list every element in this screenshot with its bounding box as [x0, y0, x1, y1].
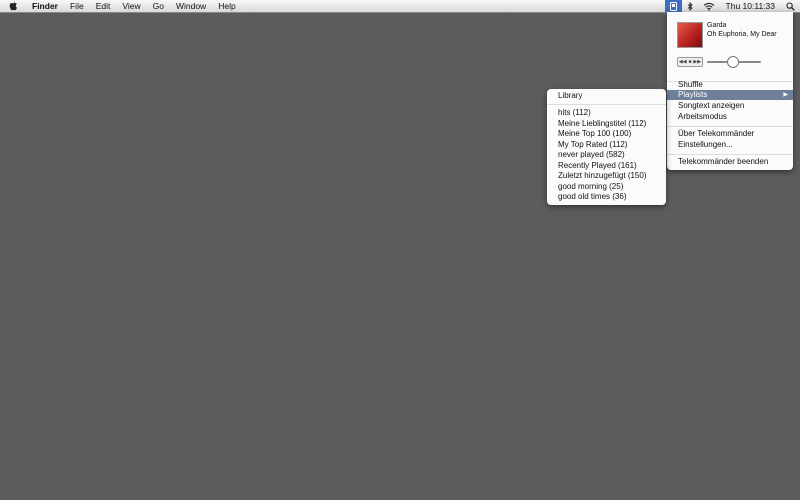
playlist-item[interactable]: Zuletzt hinzugefügt (150)	[547, 171, 666, 181]
menu-item-settings[interactable]: Einstellungen...	[667, 140, 793, 150]
menu-finder[interactable]: Finder	[26, 0, 64, 12]
menu-help[interactable]: Help	[212, 0, 241, 12]
menu-item-playlists[interactable]: Playlists ▶	[667, 90, 793, 100]
stop-button[interactable]: ■	[688, 58, 691, 66]
menu-item-about[interactable]: Über Telekommänder	[667, 129, 793, 139]
menu-go[interactable]: Go	[147, 0, 170, 12]
menu-item-work-mode[interactable]: Arbeitsmodus	[667, 112, 793, 122]
playlist-item[interactable]: hits (112)	[547, 108, 666, 118]
clock[interactable]: Thu 10:11:33	[720, 0, 781, 12]
playlist-item[interactable]: good old times (36)	[547, 192, 666, 202]
playlist-item[interactable]: Recently Played (161)	[547, 161, 666, 171]
menu-item-songtext[interactable]: Songtext anzeigen	[667, 101, 793, 111]
menu-file[interactable]: File	[64, 0, 90, 12]
next-track-button[interactable]: ▶▶	[693, 58, 701, 66]
playlist-library[interactable]: Library	[547, 91, 666, 101]
bluetooth-icon[interactable]	[682, 0, 698, 12]
rating-dots[interactable]: · · · · ·	[711, 40, 755, 46]
playlist-item[interactable]: Meine Lieblingstitel (112)	[547, 119, 666, 129]
telekommander-menu: Garda Oh Euphoria, My Dear · · · · · ◀◀ …	[667, 12, 793, 170]
menu-edit[interactable]: Edit	[90, 0, 117, 12]
playback-controls: ◀◀ ■ ▶▶	[677, 57, 703, 67]
now-playing-panel: Garda Oh Euphoria, My Dear · · · · · ◀◀ …	[667, 12, 793, 82]
wifi-icon[interactable]	[698, 0, 720, 12]
submenu-arrow-icon: ▶	[783, 92, 788, 98]
menu-view[interactable]: View	[116, 0, 146, 12]
menu-window[interactable]: Window	[170, 0, 212, 12]
telekommander-icon[interactable]	[664, 0, 682, 12]
playlist-item[interactable]: good morning (25)	[547, 182, 666, 192]
menu-separator	[667, 154, 793, 155]
previous-track-button[interactable]: ◀◀	[679, 58, 687, 66]
spotlight-icon[interactable]	[781, 0, 800, 12]
menu-separator	[667, 126, 793, 127]
menu-item-quit[interactable]: Telekommänder beenden	[667, 157, 793, 167]
playlist-item[interactable]: Meine Top 100 (100)	[547, 129, 666, 139]
album-artwork	[677, 22, 703, 48]
menu-item-playlists-label: Playlists	[678, 90, 708, 99]
playlist-item[interactable]: My Top Rated (112)	[547, 140, 666, 150]
playlist-item[interactable]: never played (582)	[547, 150, 666, 160]
track-title: Oh Euphoria, My Dear	[707, 31, 777, 38]
volume-slider-knob[interactable]	[727, 56, 739, 68]
menu-separator	[547, 104, 666, 105]
apple-icon[interactable]	[0, 0, 26, 12]
menu-item-shuffle[interactable]: Shuffle	[667, 80, 793, 90]
artist-name: Garda	[707, 22, 727, 29]
playlists-submenu: Library hits (112) Meine Lieblingstitel …	[547, 89, 666, 205]
